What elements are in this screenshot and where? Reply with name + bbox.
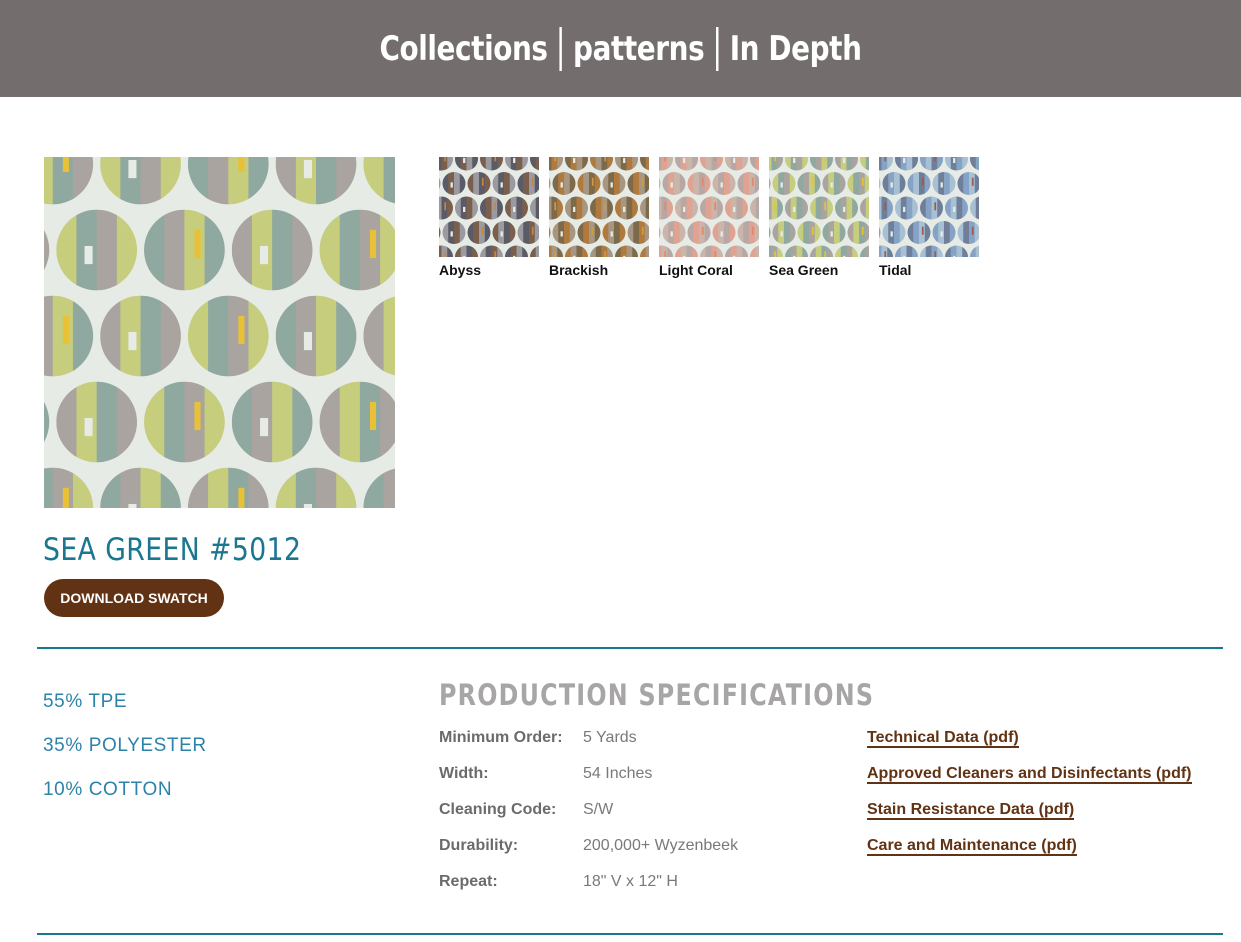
stain-resistance-link[interactable]: Stain Resistance Data (pdf) (867, 798, 1192, 834)
link-label[interactable]: Care and Maintenance (pdf) (867, 837, 1077, 856)
content-item: 10% COTTON (43, 779, 173, 800)
care-maintenance-link[interactable]: Care and Maintenance (pdf) (867, 834, 1192, 870)
fiber-content: 55% TPE 35% POLYESTER 10% COTTON (43, 688, 207, 820)
colorway-sea-green[interactable]: Sea Green (769, 157, 869, 278)
spec-value: 18" V x 12" H (583, 873, 678, 890)
spec-row: Durability: 200,000+ Wyzenbeek (439, 834, 738, 870)
breadcrumb-in-depth: In Depth (729, 28, 862, 69)
colorway-label[interactable]: Light Coral (659, 262, 759, 278)
colorway-thumbnail[interactable] (659, 157, 759, 257)
spec-value: 54 Inches (583, 765, 653, 782)
colorway-label[interactable]: Tidal (879, 262, 979, 278)
spec-row: Minimum Order: 5 Yards (439, 726, 738, 762)
specs-heading: PRODUCTION SPECIFICATIONS (439, 678, 875, 712)
spec-row: Width: 54 Inches (439, 762, 738, 798)
approved-cleaners-link[interactable]: Approved Cleaners and Disinfectants (pdf… (867, 762, 1192, 798)
breadcrumb-patterns[interactable]: patterns (562, 26, 719, 71)
colorway-label[interactable]: Abyss (439, 262, 539, 278)
spec-label: Repeat: (439, 873, 498, 890)
specs-table: Minimum Order: 5 Yards Width: 54 Inches … (439, 726, 738, 906)
link-label[interactable]: Technical Data (pdf) (867, 729, 1019, 748)
spec-label: Width: (439, 765, 489, 782)
colorway-tidal[interactable]: Tidal (879, 157, 979, 278)
spec-value: S/W (583, 801, 614, 818)
spec-row: Cleaning Code: S/W (439, 798, 738, 834)
divider (37, 647, 1223, 649)
spec-label: Cleaning Code: (439, 801, 557, 818)
spec-label: Durability: (439, 837, 519, 854)
colorway-thumbnail[interactable] (879, 157, 979, 257)
colorway-label[interactable]: Sea Green (769, 262, 869, 278)
colorway-thumbnail[interactable] (549, 157, 649, 257)
colorway-thumbnail[interactable] (439, 157, 539, 257)
link-label[interactable]: Approved Cleaners and Disinfectants (pdf… (867, 765, 1192, 784)
divider (37, 933, 1223, 935)
spec-value: 200,000+ Wyzenbeek (583, 837, 739, 854)
product-title: SEA GREEN #5012 (43, 532, 302, 568)
breadcrumb: Collections patterns In Depth (112, 0, 1130, 97)
fabric-pattern-image (44, 157, 395, 508)
colorway-abyss[interactable]: Abyss (439, 157, 539, 278)
content-item: 55% TPE (43, 691, 128, 712)
technical-data-link[interactable]: Technical Data (pdf) (867, 726, 1192, 762)
colorway-list: Abyss Brackish Light Coral Sea Green Tid… (439, 157, 979, 278)
spec-row: Repeat: 18" V x 12" H (439, 870, 738, 906)
content-item: 35% POLYESTER (43, 735, 207, 756)
colorway-thumbnail[interactable] (769, 157, 869, 257)
colorway-brackish[interactable]: Brackish (549, 157, 649, 278)
main-fabric-swatch (44, 157, 395, 508)
spec-label: Minimum Order: (439, 729, 563, 746)
download-swatch-button[interactable]: DOWNLOAD SWATCH (44, 579, 224, 617)
link-label[interactable]: Stain Resistance Data (pdf) (867, 801, 1075, 820)
spec-value: 5 Yards (583, 729, 637, 746)
colorway-light-coral[interactable]: Light Coral (659, 157, 759, 278)
colorway-label[interactable]: Brackish (549, 262, 649, 278)
document-links: Technical Data (pdf) Approved Cleaners a… (867, 726, 1192, 870)
breadcrumb-collections[interactable]: Collections (368, 26, 562, 71)
